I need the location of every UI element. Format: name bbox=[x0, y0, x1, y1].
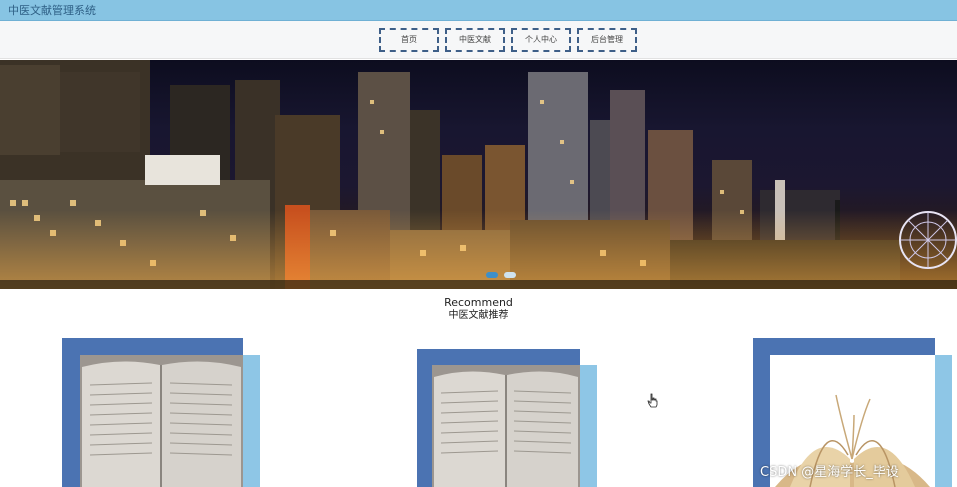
banner-carousel[interactable] bbox=[0, 60, 957, 289]
recommend-title-en: Recommend bbox=[444, 296, 513, 309]
top-navbar: 首页 中医文献 个人中心 后台管理 bbox=[0, 21, 957, 59]
nav-personal-center-button[interactable]: 个人中心 bbox=[511, 28, 571, 52]
hand-cursor-icon bbox=[647, 393, 658, 408]
recommend-heading: Recommend 中医文献推荐 bbox=[0, 296, 957, 323]
card-2-book-image bbox=[432, 365, 580, 487]
banner-skyline-image bbox=[0, 60, 957, 289]
banner-indicator-2[interactable] bbox=[504, 272, 516, 278]
banner-indicator-1[interactable] bbox=[486, 272, 498, 278]
card-1-book-image bbox=[80, 355, 243, 487]
nav-home-button[interactable]: 首页 bbox=[379, 28, 439, 52]
app-title: 中医文献管理系统 bbox=[8, 4, 96, 17]
csdn-watermark: CSDN @星海学长_毕设 bbox=[760, 465, 899, 480]
recommend-card-1[interactable] bbox=[62, 338, 262, 487]
nav-literature-button[interactable]: 中医文献 bbox=[445, 28, 505, 52]
app-titlebar: 中医文献管理系统 bbox=[0, 0, 957, 21]
recommend-title-cn: 中医文献推荐 bbox=[448, 310, 509, 321]
recommend-card-2[interactable] bbox=[417, 349, 597, 487]
nav-admin-button[interactable]: 后台管理 bbox=[577, 28, 637, 52]
banner-indicators bbox=[486, 272, 516, 278]
